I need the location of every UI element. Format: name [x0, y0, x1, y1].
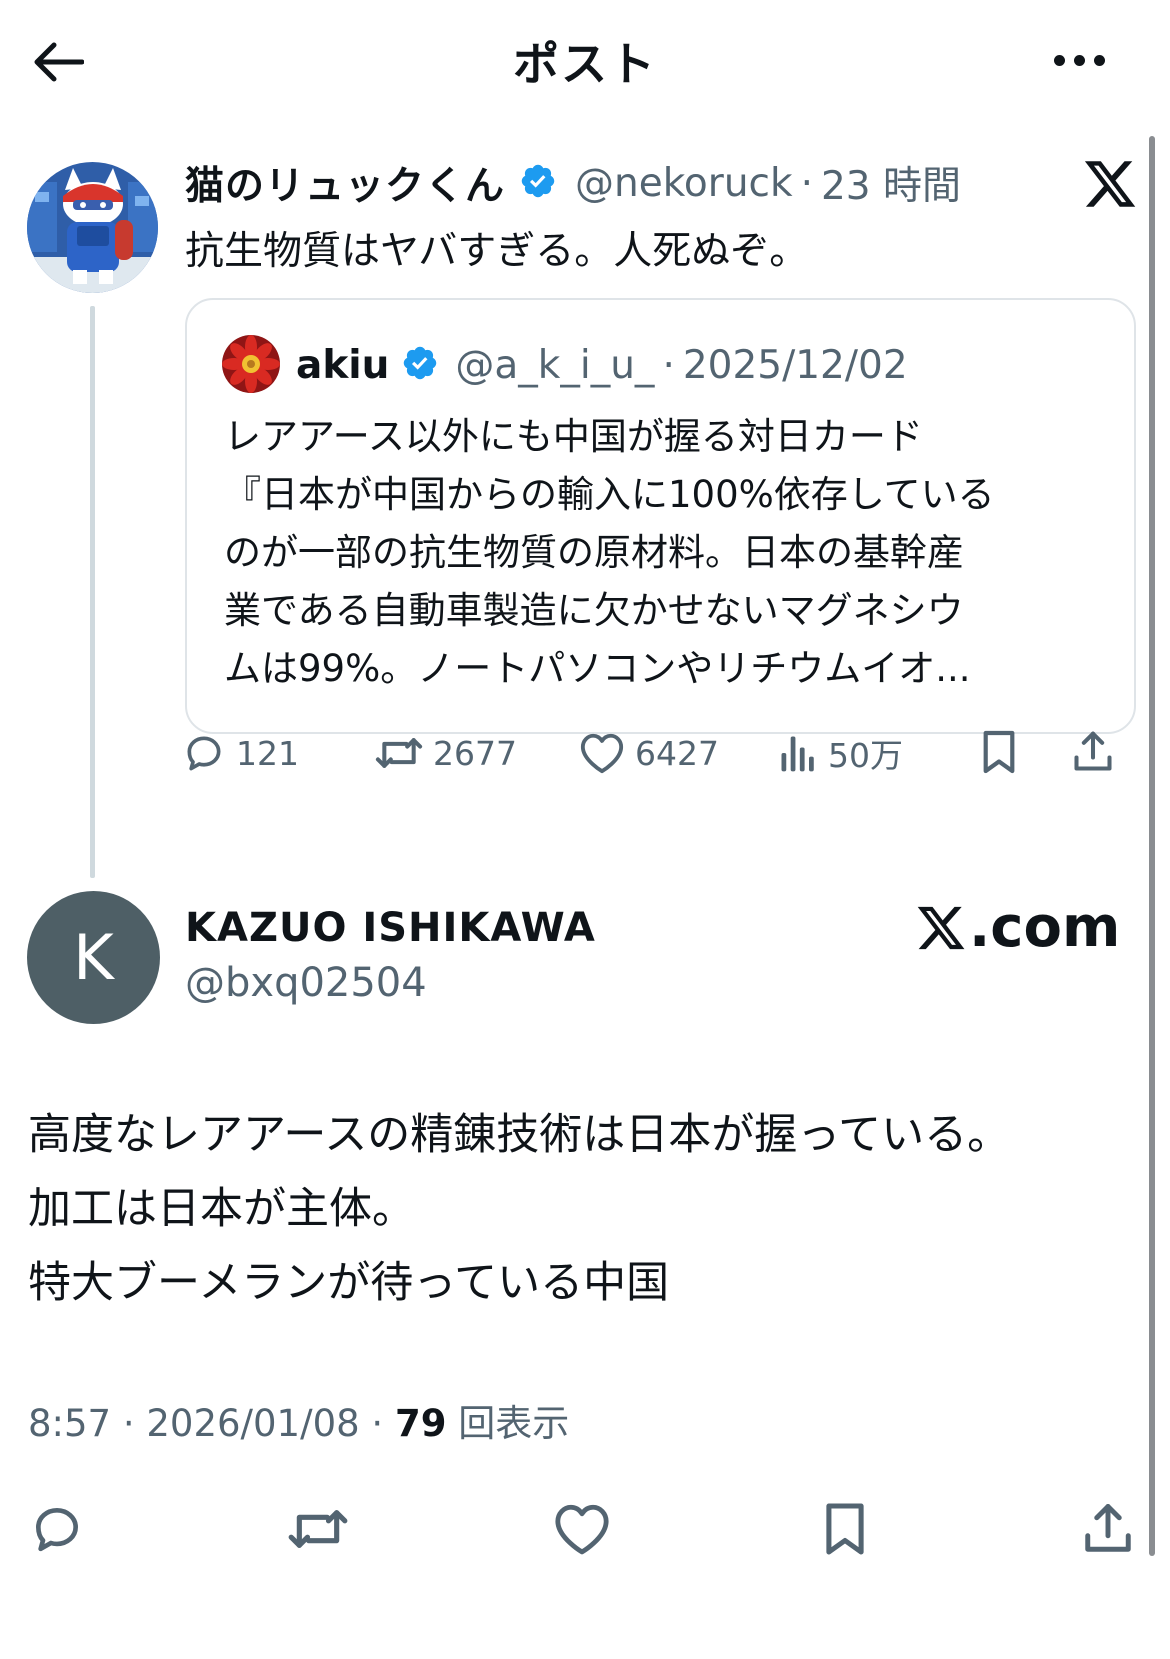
bookmark-icon — [983, 730, 1015, 774]
tweet-time[interactable]: 23 時間 — [821, 155, 961, 211]
tweet-text-line: 高度なレアアースの精錬技術は日本が握っている。 — [28, 1110, 1011, 1160]
view-label: 回表示 — [458, 1402, 570, 1445]
avatar[interactable]: K — [27, 891, 160, 1024]
bookmark-button[interactable] — [976, 726, 1022, 778]
tweet-time: 8:57 — [28, 1402, 112, 1445]
author-name[interactable]: KAZUO ISHIKAWA — [185, 905, 596, 951]
quote-text-line: 業である自動車製造に欠かせないマグネシウ — [224, 589, 964, 632]
share-button[interactable] — [1080, 1498, 1136, 1560]
share-icon — [1074, 731, 1112, 771]
thread-line — [90, 306, 95, 878]
more-dot — [1073, 54, 1085, 66]
tweet-text: 高度なレアアースの精錬技術は日本が握っている。 加工は日本が主体。 特大ブーメラ… — [28, 1098, 1010, 1320]
reply-bubble-icon — [187, 736, 221, 771]
like-button[interactable]: 6427 — [579, 728, 719, 778]
bookmark-icon — [826, 1503, 864, 1555]
tweet-meta: 8:57 · 2026/01/08 · 79 回表示 — [28, 1393, 569, 1447]
quote-header: akiu @a_k_i_u_ · 2025/12/02 — [296, 340, 908, 390]
more-button[interactable] — [1044, 40, 1114, 80]
share-icon — [1085, 1504, 1131, 1552]
repost-icon — [375, 738, 423, 768]
tweet-text: 抗生物質はヤバすぎる。人死ぬぞ。 — [185, 229, 809, 274]
quote-author-handle: @a_k_i_u_ — [455, 342, 655, 388]
quote-text-line: 『日本が中国からの輸入に100%依存している — [224, 473, 995, 516]
x-logo-icon — [917, 906, 965, 949]
quote-text-line: レアアース以外にも中国が握る対日カード — [224, 415, 923, 458]
quote-date: 2025/12/02 — [682, 342, 908, 388]
reply-bubble-icon — [36, 1508, 78, 1552]
repost-button[interactable]: 2677 — [375, 728, 517, 778]
flower-avatar-image — [222, 335, 280, 393]
separator-dot: · — [800, 160, 813, 206]
reply-button[interactable] — [28, 1500, 86, 1558]
heart-icon — [580, 733, 624, 774]
page-title: ポスト — [513, 37, 657, 91]
bar-chart-icon — [781, 736, 814, 772]
reply-button[interactable]: 121 — [182, 728, 299, 778]
watermark-text: .com — [969, 895, 1121, 960]
repost-icon — [288, 1510, 348, 1548]
bookmark-button[interactable] — [820, 1498, 870, 1560]
scrollbar[interactable] — [1149, 136, 1155, 1556]
reply-count: 121 — [236, 733, 299, 773]
tweet-text-line: 加工は日本が主体。 — [28, 1184, 415, 1234]
more-dot — [1093, 54, 1105, 66]
more-dot — [1053, 54, 1065, 66]
avatar[interactable] — [27, 162, 158, 293]
repost-count: 2677 — [433, 733, 517, 773]
x-com-watermark: .com — [915, 895, 1120, 960]
share-button[interactable] — [1068, 726, 1118, 778]
heart-icon — [555, 1504, 609, 1555]
quote-avatar — [222, 335, 280, 393]
verified-badge-icon — [519, 162, 557, 204]
views-count: 50万 — [828, 736, 903, 775]
quote-author-name: akiu — [296, 342, 390, 388]
like-count: 6427 — [635, 733, 719, 773]
cat-avatar-image — [27, 162, 158, 293]
repost-button[interactable] — [286, 1500, 350, 1558]
view-count: 79 — [394, 1402, 447, 1445]
views-button[interactable]: 50万 — [778, 728, 903, 778]
author-name[interactable]: 猫のリュックくん — [185, 155, 505, 211]
separator-dot: · — [122, 1402, 135, 1445]
quote-text-line: ムは99%。ノートパソコンやリチウムイオ... — [224, 647, 971, 690]
separator-dot: · — [371, 1402, 384, 1445]
quote-text-line: のが一部の抗生物質の原材料。日本の基幹産 — [224, 531, 964, 574]
verified-badge-icon — [401, 344, 439, 386]
author-handle[interactable]: @nekoruck — [575, 161, 793, 206]
tweet-date: 2026/01/08 — [146, 1402, 360, 1445]
tweet-text-line: 特大ブーメランが待っている中国 — [28, 1258, 670, 1308]
quote-text: レアアース以外にも中国が握る対日カード 『日本が中国からの輸入に100%依存して… — [224, 408, 1124, 698]
like-button[interactable] — [553, 1500, 611, 1558]
tweet-header: 猫のリュックくん @nekoruck · 23 時間 — [185, 155, 961, 211]
author-handle[interactable]: @bxq02504 — [185, 960, 427, 1006]
separator-dot: · — [662, 342, 675, 388]
x-logo-icon — [1082, 156, 1138, 212]
